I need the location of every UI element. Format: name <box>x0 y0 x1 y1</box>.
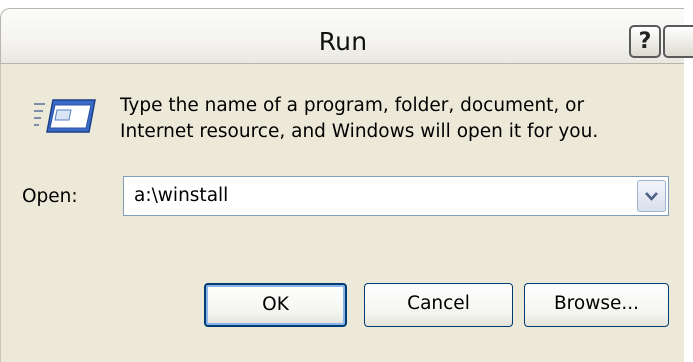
run-dialog: Run ? Type the name of a program, folder… <box>0 0 693 362</box>
title-bar[interactable]: Run ? <box>0 8 693 64</box>
help-button[interactable]: ? <box>629 25 661 58</box>
cancel-button[interactable]: Cancel <box>364 283 513 327</box>
ok-button[interactable]: OK <box>204 283 347 327</box>
browse-button[interactable]: Browse... <box>524 283 669 327</box>
dropdown-button[interactable] <box>637 180 666 212</box>
window-title: Run <box>318 27 368 56</box>
run-icon <box>34 99 96 133</box>
open-combobox[interactable]: a:\winstall <box>123 176 669 216</box>
help-icon: ? <box>638 29 652 54</box>
chevron-down-icon <box>645 192 658 201</box>
open-input[interactable]: a:\winstall <box>134 185 228 206</box>
close-button[interactable] <box>663 25 693 58</box>
instructions-text: Type the name of a program, folder, docu… <box>120 95 599 142</box>
open-label: Open: <box>22 186 78 207</box>
